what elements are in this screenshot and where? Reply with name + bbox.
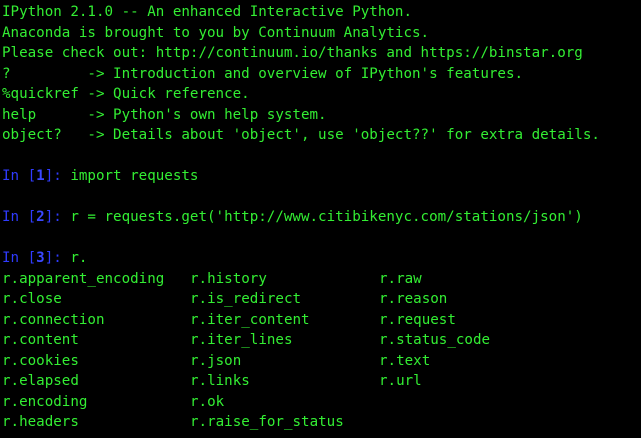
tab-completion-list: r.apparent_encoding r.close r.connection… bbox=[2, 269, 641, 433]
prompt-suffix: ]: bbox=[44, 168, 71, 184]
completion-column-2: r.history r.is_redirect r.iter_content r… bbox=[190, 269, 379, 433]
prompt-suffix: ]: bbox=[44, 209, 71, 225]
prompt-suffix: ]: bbox=[44, 250, 71, 266]
banner-line: ? -> Introduction and overview of IPytho… bbox=[2, 65, 524, 82]
prompt-number: 3 bbox=[36, 250, 45, 266]
banner-line: IPython 2.1.0 -- An enhanced Interactive… bbox=[2, 4, 412, 20]
completion-item[interactable]: r.json bbox=[190, 351, 379, 372]
completion-item[interactable]: r.raw bbox=[379, 269, 579, 290]
command-text: r = requests.get('http://www.citibikenyc… bbox=[70, 209, 583, 225]
completion-item[interactable]: r.iter_content bbox=[190, 310, 379, 331]
completion-item[interactable]: r.ok bbox=[190, 392, 379, 413]
completion-item[interactable]: r.headers bbox=[2, 412, 190, 433]
completion-item[interactable]: r.url bbox=[379, 371, 579, 392]
prompt-prefix: In [ bbox=[2, 250, 37, 266]
completion-item[interactable]: r.iter_lines bbox=[190, 330, 379, 351]
completion-item[interactable]: r.cookies bbox=[2, 351, 190, 372]
command-text: import requests bbox=[70, 168, 199, 184]
completion-item[interactable]: r.content bbox=[2, 330, 190, 351]
banner-line: %quickref -> Quick reference. bbox=[2, 86, 250, 102]
completion-item[interactable]: r.elapsed bbox=[2, 371, 190, 392]
completion-item[interactable]: r.close bbox=[2, 289, 190, 310]
completion-item[interactable]: r.raise_for_status bbox=[190, 412, 379, 433]
completion-item[interactable]: r.request bbox=[379, 310, 579, 331]
input-prompt-3[interactable]: In [3]: r. bbox=[2, 248, 641, 269]
prompt-prefix: In [ bbox=[2, 168, 37, 184]
completion-item[interactable]: r.text bbox=[379, 351, 579, 372]
completion-item[interactable]: r.is_redirect bbox=[190, 289, 379, 310]
completion-item[interactable]: r.status_code bbox=[379, 330, 579, 351]
completion-item[interactable]: r.links bbox=[190, 371, 379, 392]
prompt-prefix: In [ bbox=[2, 209, 37, 225]
input-prompt-2: In [2]: r = requests.get('http://www.cit… bbox=[2, 207, 641, 228]
ipython-banner: IPython 2.1.0 -- An enhanced Interactive… bbox=[2, 2, 641, 146]
banner-line: help -> Python's own help system. bbox=[2, 106, 327, 123]
banner-line: Please check out: http://continuum.io/th… bbox=[2, 45, 583, 61]
completion-item[interactable]: r.encoding bbox=[2, 392, 190, 413]
prompt-number: 1 bbox=[36, 168, 45, 184]
terminal-window[interactable]: IPython 2.1.0 -- An enhanced Interactive… bbox=[0, 0, 641, 438]
banner-line: object? -> Details about 'object', use '… bbox=[2, 127, 600, 143]
command-input[interactable]: r. bbox=[70, 250, 87, 266]
completion-column-1: r.apparent_encoding r.close r.connection… bbox=[2, 269, 190, 433]
completion-item[interactable]: r.history bbox=[190, 269, 379, 290]
prompt-number: 2 bbox=[36, 209, 45, 225]
completion-item[interactable]: r.apparent_encoding bbox=[2, 269, 190, 290]
input-prompt-1: In [1]: import requests bbox=[2, 166, 641, 187]
completion-item[interactable]: r.reason bbox=[379, 289, 579, 310]
banner-line: Anaconda is brought to you by Continuum … bbox=[2, 24, 430, 41]
completion-column-3: r.raw r.reason r.request r.status_code r… bbox=[379, 269, 579, 433]
completion-item[interactable]: r.connection bbox=[2, 310, 190, 331]
